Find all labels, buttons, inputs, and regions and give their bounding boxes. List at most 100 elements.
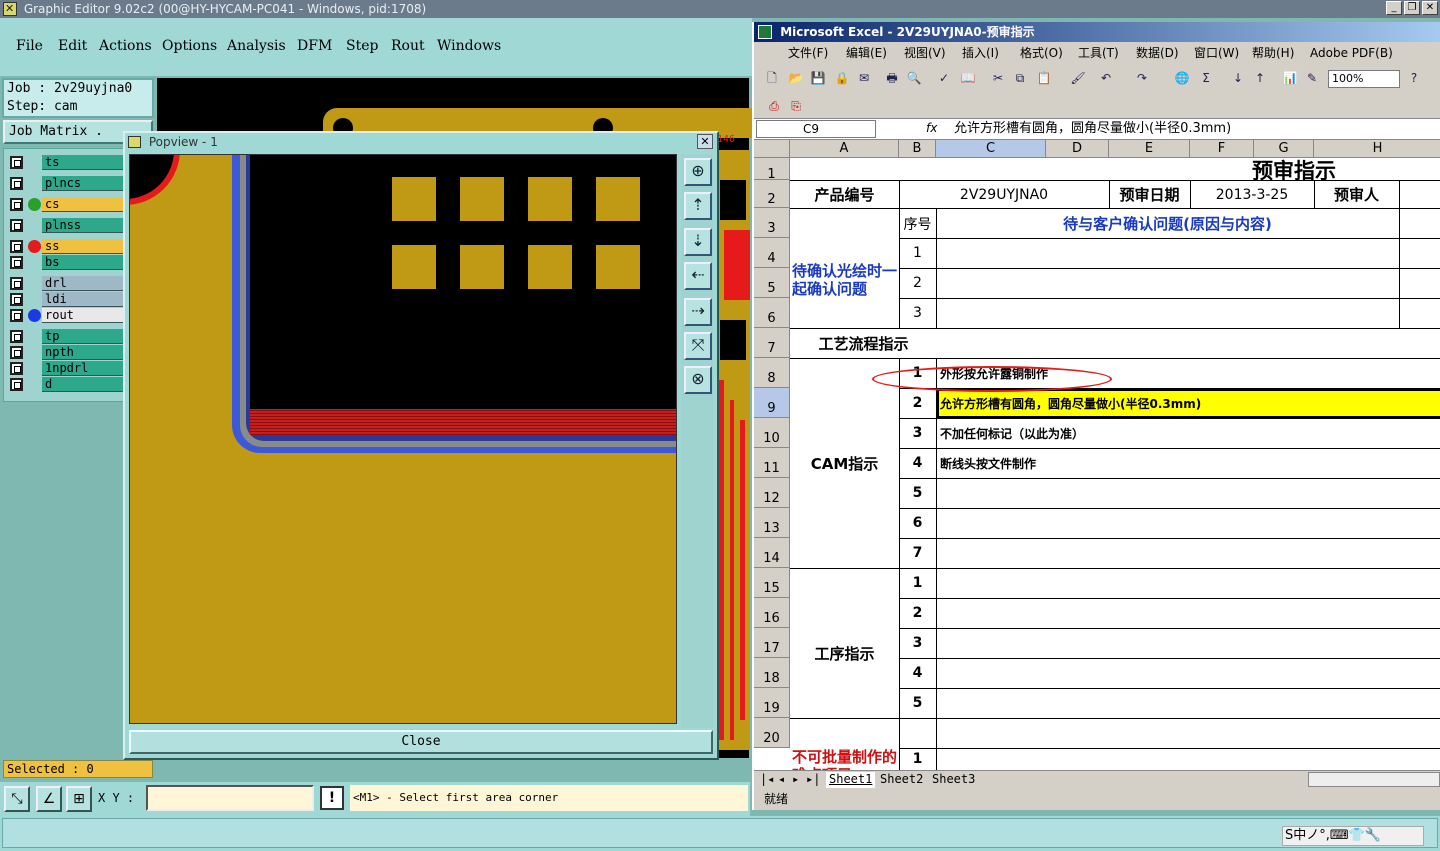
zoom-out-icon[interactable]: ⊗ xyxy=(684,366,712,394)
prev-sheet-icon[interactable]: ◂ xyxy=(778,772,785,788)
sort-descending-icon[interactable]: ↑ xyxy=(1252,70,1268,86)
layer-checkbox[interactable] xyxy=(10,156,23,169)
xl-menu-edit[interactable]: 编辑(E) xyxy=(846,42,887,64)
xy-input[interactable] xyxy=(146,785,314,811)
menu-windows[interactable]: Windows xyxy=(437,38,501,54)
row-header-11[interactable]: 11 xyxy=(754,448,790,478)
alert-button[interactable]: ! xyxy=(320,786,344,810)
xl-menu-adobe-pdf[interactable]: Adobe PDF(B) xyxy=(1310,42,1393,64)
layer-checkbox[interactable] xyxy=(10,309,23,322)
pan-down-icon[interactable]: ⇣ xyxy=(684,228,712,256)
copy-icon[interactable]: ⧉ xyxy=(1012,70,1028,86)
help-icon[interactable]: ? xyxy=(1406,70,1422,86)
close-icon[interactable]: ✕ xyxy=(697,134,713,149)
layer-checkbox[interactable] xyxy=(10,277,23,290)
worksheet-grid[interactable]: A B C D E F G H 1 2 3 4 5 6 7 8 9 10 11 12 13 14 15 16 17 18 19 20 预… xyxy=(754,140,1440,770)
xl-menu-tools[interactable]: 工具(T) xyxy=(1078,42,1119,64)
row-header-18[interactable]: 18 xyxy=(754,658,790,688)
layer-checkbox[interactable] xyxy=(10,198,23,211)
autosum-icon[interactable]: Σ xyxy=(1198,70,1214,86)
last-sheet-icon[interactable]: ▸| xyxy=(806,772,820,788)
column-header-a[interactable]: A xyxy=(790,140,899,158)
row-header-9[interactable]: 9 xyxy=(754,388,790,418)
pan-up-icon[interactable]: ⇡ xyxy=(684,192,712,220)
row-header-20[interactable]: 20 xyxy=(754,718,790,748)
sort-ascending-icon[interactable]: ↓ xyxy=(1230,70,1246,86)
paste-icon[interactable]: 📋 xyxy=(1036,70,1052,86)
grid-icon[interactable]: ⊞ xyxy=(66,786,92,812)
pdf-email-icon[interactable]: ⎘ xyxy=(788,98,804,114)
popview-close-button[interactable]: Close xyxy=(129,730,713,754)
column-header-d[interactable]: D xyxy=(1046,140,1109,158)
minimize-icon[interactable]: _ xyxy=(1386,1,1402,15)
xl-menu-help[interactable]: 帮助(H) xyxy=(1252,42,1294,64)
row-header-10[interactable]: 10 xyxy=(754,418,790,448)
select-all-corner[interactable] xyxy=(754,140,790,158)
pdf-convert-icon[interactable]: ⎙ xyxy=(766,98,782,114)
new-icon[interactable]: 🗋 xyxy=(764,70,780,86)
row-header-7[interactable]: 7 xyxy=(754,328,790,358)
layer-checkbox[interactable] xyxy=(10,240,23,253)
column-header-f[interactable]: F xyxy=(1190,140,1254,158)
close-icon[interactable]: ✕ xyxy=(1422,1,1438,15)
redo-icon[interactable]: ↷ xyxy=(1134,70,1150,86)
print-icon[interactable]: 🖶 xyxy=(884,70,900,86)
hyperlink-icon[interactable]: 🌐 xyxy=(1174,70,1190,86)
xl-menu-data[interactable]: 数据(D) xyxy=(1136,42,1179,64)
row-header-1[interactable]: 1 xyxy=(754,158,790,182)
ime-toolbar[interactable]: S中ノ°,⌨👕🔧 xyxy=(1282,826,1424,846)
menu-actions[interactable]: Actions xyxy=(99,38,152,54)
format-painter-icon[interactable]: 🖌 xyxy=(1070,70,1086,86)
cut-icon[interactable]: ✂ xyxy=(990,70,1006,86)
column-header-e[interactable]: E xyxy=(1109,140,1190,158)
layer-checkbox[interactable] xyxy=(10,293,23,306)
menu-rout[interactable]: Rout xyxy=(391,38,425,54)
xl-menu-file[interactable]: 文件(F) xyxy=(788,42,828,64)
popview-canvas[interactable] xyxy=(129,154,677,724)
layer-checkbox[interactable] xyxy=(10,330,23,343)
pan-left-icon[interactable]: ⇠ xyxy=(684,262,712,290)
menu-file[interactable]: File xyxy=(16,38,43,54)
menu-dfm[interactable]: DFM xyxy=(297,38,332,54)
zoom-select[interactable]: 100% xyxy=(1328,70,1400,88)
horizontal-scrollbar[interactable] xyxy=(1308,772,1440,787)
xl-menu-window[interactable]: 窗口(W) xyxy=(1194,42,1239,64)
menu-options[interactable]: Options xyxy=(162,38,217,54)
spelling-icon[interactable]: ✓ xyxy=(936,70,952,86)
zoom-fit-icon[interactable]: ⤧ xyxy=(684,332,712,360)
zoom-in-icon[interactable]: ⊕ xyxy=(684,158,712,186)
next-sheet-icon[interactable]: ▸ xyxy=(792,772,799,788)
row-header-15[interactable]: 15 xyxy=(754,568,790,598)
row-header-6[interactable]: 6 xyxy=(754,298,790,328)
menu-step[interactable]: Step xyxy=(346,38,378,54)
row-header-13[interactable]: 13 xyxy=(754,508,790,538)
xl-menu-view[interactable]: 视图(V) xyxy=(904,42,946,64)
snap-icon[interactable]: ⤡ xyxy=(4,786,30,812)
layer-checkbox[interactable] xyxy=(10,362,23,375)
pan-right-icon[interactable]: ⇢ xyxy=(684,298,712,326)
permission-icon[interactable]: 🔒 xyxy=(834,70,850,86)
xl-menu-format[interactable]: 格式(O) xyxy=(1020,42,1063,64)
sheet-tab-3[interactable]: Sheet3 xyxy=(932,772,975,788)
layer-checkbox[interactable] xyxy=(10,346,23,359)
email-icon[interactable]: ✉ xyxy=(856,70,872,86)
fx-icon[interactable]: fx xyxy=(926,121,937,135)
sheet-tab-2[interactable]: Sheet2 xyxy=(880,772,923,788)
open-icon[interactable]: 📂 xyxy=(788,70,804,86)
chart-wizard-icon[interactable]: 📊 xyxy=(1282,70,1298,86)
research-icon[interactable]: 📖 xyxy=(960,70,976,86)
row-header-17[interactable]: 17 xyxy=(754,628,790,658)
column-header-c[interactable]: C xyxy=(936,140,1046,158)
name-box[interactable]: C9 xyxy=(756,120,876,138)
layer-checkbox[interactable] xyxy=(10,177,23,190)
layer-checkbox[interactable] xyxy=(10,378,23,391)
menu-analysis[interactable]: Analysis xyxy=(227,38,286,54)
first-sheet-icon[interactable]: |◂ xyxy=(760,772,774,788)
undo-icon[interactable]: ↶ xyxy=(1098,70,1114,86)
row-header-8[interactable]: 8 xyxy=(754,358,790,388)
formula-input[interactable]: 允许方形槽有圆角，圆角尽量做小(半径0.3mm) xyxy=(954,120,1231,138)
row-header-4[interactable]: 4 xyxy=(754,238,790,268)
row-header-5[interactable]: 5 xyxy=(754,268,790,298)
row-header-2[interactable]: 2 xyxy=(754,180,790,208)
restore-icon[interactable]: ❐ xyxy=(1404,1,1420,15)
